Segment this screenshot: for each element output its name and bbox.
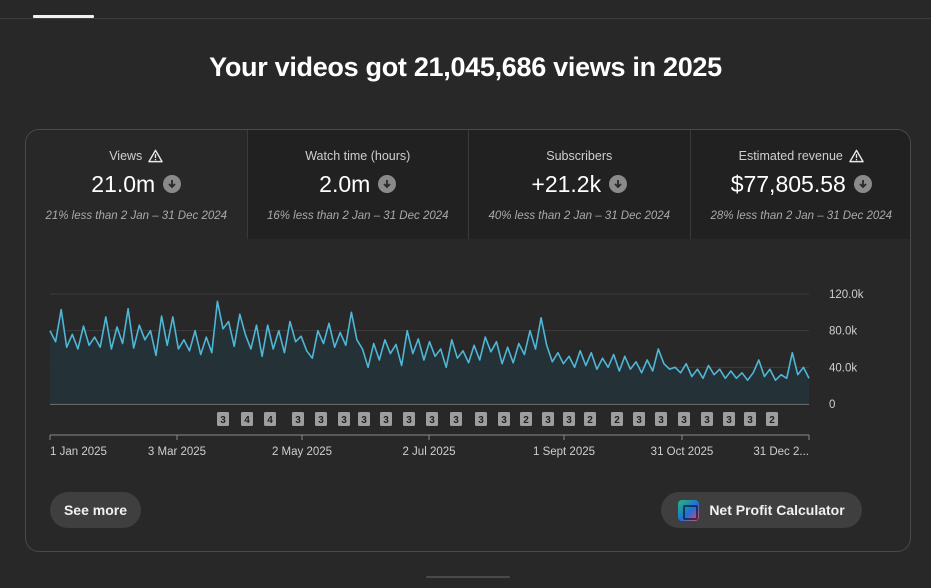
video-count-label: 3 xyxy=(747,415,753,426)
video-count-label: 3 xyxy=(361,415,367,426)
bottom-divider xyxy=(426,576,510,578)
video-count-label: 3 xyxy=(566,415,572,426)
x-tick-label: 31 Oct 2025 xyxy=(651,446,714,458)
views-chart[interactable]: 0 40.0k 80.0k 120.0k 3 4 4 3 3 3 3 3 3 3 3 3 3 2 3 3 2 2 3 3 3 3 3… xyxy=(26,130,911,470)
video-count-label: 3 xyxy=(295,415,301,426)
video-count-label: 3 xyxy=(681,415,687,426)
video-count-label: 3 xyxy=(658,415,664,426)
video-count-label: 3 xyxy=(501,415,507,426)
see-more-label: See more xyxy=(63,502,128,518)
video-count-label: 2 xyxy=(523,415,529,426)
video-count-label: 3 xyxy=(429,415,435,426)
page-headline: Your videos got 21,045,686 views in 2025 xyxy=(209,52,722,82)
x-tick-label: 1 Jan 2025 xyxy=(50,446,107,458)
video-count-label: 3 xyxy=(318,415,324,426)
views-area xyxy=(50,301,809,404)
net-profit-calculator-button[interactable]: Net Profit Calculator xyxy=(661,492,862,528)
y-tick-label: 120.0k xyxy=(829,289,864,301)
analytics-card: Views 21.0m 21% less than 2 Jan – 31 Dec… xyxy=(25,129,911,552)
x-tick-label: 2 Jul 2025 xyxy=(402,446,455,458)
video-count-label: 2 xyxy=(587,415,593,426)
video-count-label: 3 xyxy=(453,415,459,426)
video-count-label: 3 xyxy=(545,415,551,426)
calculator-logo-icon xyxy=(678,499,700,521)
x-tick-label: 1 Sept 2025 xyxy=(533,446,595,458)
video-count-label: 3 xyxy=(341,415,347,426)
x-tick-label: 3 Mar 2025 xyxy=(148,446,206,458)
video-count-label: 4 xyxy=(244,415,250,426)
video-count-label: 3 xyxy=(726,415,732,426)
x-tick-label: 2 May 2025 xyxy=(272,446,332,458)
see-more-button[interactable]: See more xyxy=(50,492,141,528)
x-tick-label: 31 Dec 2... xyxy=(753,446,809,458)
y-tick-label: 0 xyxy=(829,399,835,411)
y-tick-label: 80.0k xyxy=(829,326,857,338)
video-count-label: 2 xyxy=(769,415,775,426)
video-count-label: 3 xyxy=(406,415,412,426)
video-count-label: 2 xyxy=(614,415,620,426)
video-count-label: 4 xyxy=(267,415,273,426)
video-count-label: 3 xyxy=(383,415,389,426)
video-count-label: 3 xyxy=(704,415,710,426)
top-divider xyxy=(0,18,931,19)
video-count-label: 3 xyxy=(478,415,484,426)
y-tick-label: 40.0k xyxy=(829,362,857,374)
video-count-label: 3 xyxy=(636,415,642,426)
video-count-label: 3 xyxy=(220,415,226,426)
net-profit-calculator-label: Net Profit Calculator xyxy=(709,502,845,518)
